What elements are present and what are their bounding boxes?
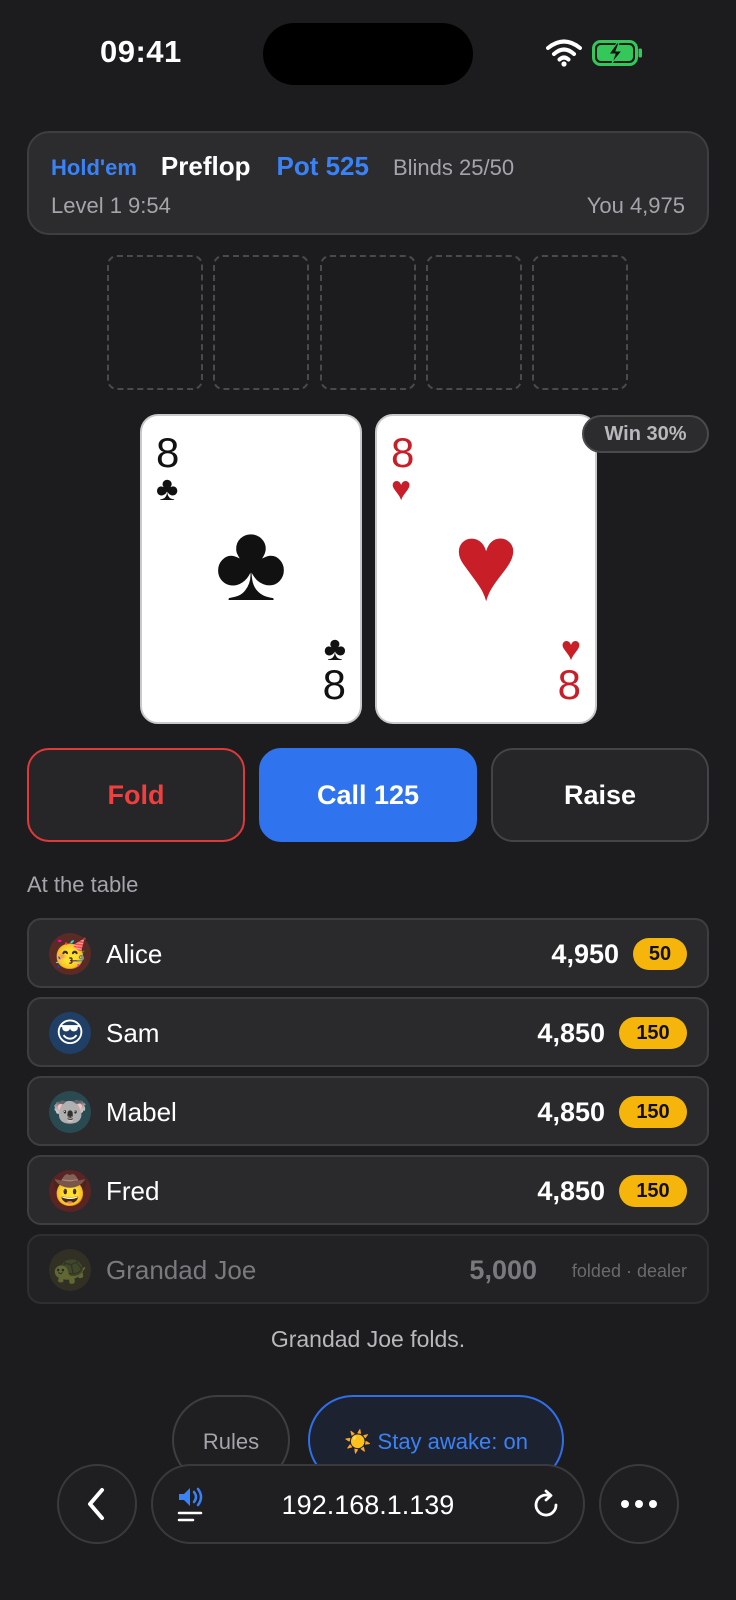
action-log: Grandad Joe folds.	[270, 1326, 466, 1352]
street-label: Preflop	[160, 151, 251, 181]
player-chips: 4,950	[551, 939, 619, 969]
player-chips: 4,850	[537, 1097, 605, 1127]
url-text: 192.168.1.139	[281, 1490, 455, 1520]
clubs-icon: ♣	[214, 501, 288, 624]
blinds-label: Blinds 25/50	[392, 155, 515, 180]
card-rank: 8	[391, 429, 415, 476]
card-rank: 8	[557, 661, 581, 708]
hearts-icon: ♥	[453, 501, 519, 624]
dynamic-island	[263, 23, 473, 85]
hole-card-eight-of-hearts: 8 ♥ ♥ ♥ 8	[375, 414, 597, 724]
clubs-icon: ♣	[156, 470, 179, 508]
player-name: Grandad Joe	[106, 1255, 257, 1285]
win-probability-badge: Win 30%	[582, 415, 709, 453]
status-time: 09:41	[100, 34, 182, 69]
bet-badge: 150	[619, 1175, 687, 1207]
player-name: Mabel	[106, 1097, 177, 1127]
player-status: folded · dealer	[571, 1261, 687, 1281]
chevron-left-icon	[88, 1488, 104, 1520]
game-type: Hold'em	[51, 155, 137, 180]
community-card-slot	[213, 255, 309, 390]
bet-badge: 50	[633, 938, 687, 970]
section-heading: At the table	[27, 872, 139, 897]
player-chips: 4,850	[537, 1018, 605, 1048]
player-name: Alice	[106, 939, 163, 969]
level-timer: Level 1 9:54	[51, 193, 171, 218]
avatar: 🐢	[49, 1249, 91, 1291]
address-bar[interactable]: 192.168.1.139	[151, 1464, 585, 1544]
avatar: 😎	[49, 1012, 91, 1054]
hearts-icon: ♥	[391, 470, 412, 508]
player-chips: 4,850	[537, 1176, 605, 1206]
reload-icon[interactable]	[529, 1488, 563, 1522]
community-card-slot	[532, 255, 628, 390]
player-row-grandad-joe: 🐢 Grandad Joe 5,000 folded · dealer	[27, 1234, 709, 1304]
card-rank: 8	[156, 429, 180, 476]
avatar: 🥳	[49, 933, 91, 975]
player-name: Fred	[106, 1176, 160, 1206]
player-row-sam: 😎 Sam 4,850 150	[27, 997, 709, 1067]
player-row-mabel: 🐨 Mabel 4,850 150	[27, 1076, 709, 1146]
call-button[interactable]: Call 125	[259, 748, 477, 842]
game-info-card: Hold'em Preflop Pot 525 Blinds 25/50 Lev…	[27, 131, 709, 235]
ellipsis-icon	[621, 1500, 657, 1508]
fold-button[interactable]: Fold	[27, 748, 245, 842]
raise-button[interactable]: Raise	[491, 748, 709, 842]
pot-amount: Pot 525	[276, 151, 369, 181]
wifi-icon	[546, 39, 582, 67]
community-card-slot	[320, 255, 416, 390]
bet-badge: 150	[619, 1017, 687, 1049]
bet-badge: 150	[619, 1096, 687, 1128]
hole-card-eight-of-clubs: 8 ♣ ♣ ♣ 8	[140, 414, 362, 724]
back-button[interactable]	[57, 1464, 137, 1544]
card-rank: 8	[322, 661, 346, 708]
more-button[interactable]	[599, 1464, 679, 1544]
avatar: 🤠	[49, 1170, 91, 1212]
community-card-slot	[107, 255, 203, 390]
battery-charging-icon	[592, 40, 642, 66]
player-row-fred: 🤠 Fred 4,850 150	[27, 1155, 709, 1225]
player-name: Sam	[106, 1018, 160, 1048]
my-stack: You 4,975	[586, 193, 685, 218]
community-card-slot	[426, 255, 522, 390]
player-chips: 5,000	[469, 1255, 537, 1285]
player-row-alice: 🥳 Alice 4,950 50	[27, 918, 709, 988]
avatar: 🐨	[49, 1091, 91, 1133]
